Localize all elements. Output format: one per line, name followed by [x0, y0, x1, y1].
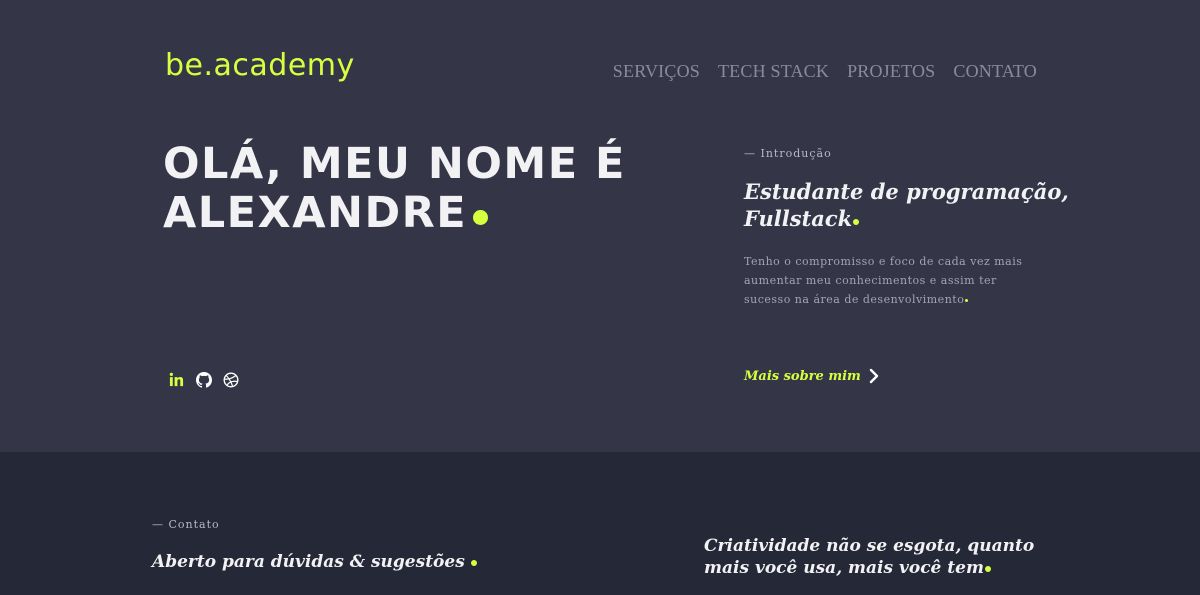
nav-item-projetos[interactable]: PROJETOS	[847, 61, 935, 82]
nav-item-servicos[interactable]: SERVIÇOS	[613, 61, 700, 82]
intro-text-content: Tenho o compromisso e foco de cada vez m…	[744, 255, 1023, 306]
more-about-me-label: Mais sobre mim	[744, 368, 861, 384]
github-icon[interactable]	[195, 371, 212, 388]
logo[interactable]: be.academy	[165, 48, 355, 83]
chevron-right-icon	[869, 368, 878, 384]
headline-line-2: ALEXANDRE	[163, 188, 468, 238]
intro-title-line-1: Estudante de programação,	[744, 179, 1069, 204]
contact-label: — Contato	[152, 518, 220, 531]
hero-headline: OLÁ, MEU NOME É ALEXANDRE	[163, 140, 626, 238]
quote: Criatividade não se esgota, quanto mais …	[704, 535, 1044, 579]
more-about-me-link[interactable]: Mais sobre mim	[744, 368, 879, 384]
intro-label: — Introdução	[744, 147, 832, 160]
contact-title: Aberto para dúvidas & sugestões	[152, 552, 477, 572]
quote-text: Criatividade não se esgota, quanto mais …	[704, 536, 1035, 578]
linkedin-icon[interactable]	[168, 371, 185, 388]
intro-title-line-2: Fullstack	[744, 206, 853, 231]
accent-dot	[470, 560, 477, 566]
accent-dot	[853, 219, 860, 225]
headline-line-1: OLÁ, MEU NOME É	[163, 139, 626, 189]
dribbble-icon[interactable]	[222, 371, 239, 388]
contact-title-text: Aberto para dúvidas & sugestões	[152, 552, 465, 572]
main-nav: SERVIÇOS TECH STACK PROJETOS CONTATO	[613, 61, 1037, 82]
accent-dot	[965, 299, 969, 302]
accent-dot	[473, 210, 489, 225]
accent-dot	[984, 566, 991, 572]
nav-item-contato[interactable]: CONTATO	[953, 61, 1037, 82]
social-links	[168, 371, 239, 388]
nav-item-tech-stack[interactable]: TECH STACK	[718, 61, 829, 82]
intro-text: Tenho o compromisso e foco de cada vez m…	[744, 252, 1044, 309]
headline-line-2-wrap: ALEXANDRE	[163, 189, 626, 238]
intro-title: Estudante de programação, Fullstack	[744, 178, 1074, 232]
